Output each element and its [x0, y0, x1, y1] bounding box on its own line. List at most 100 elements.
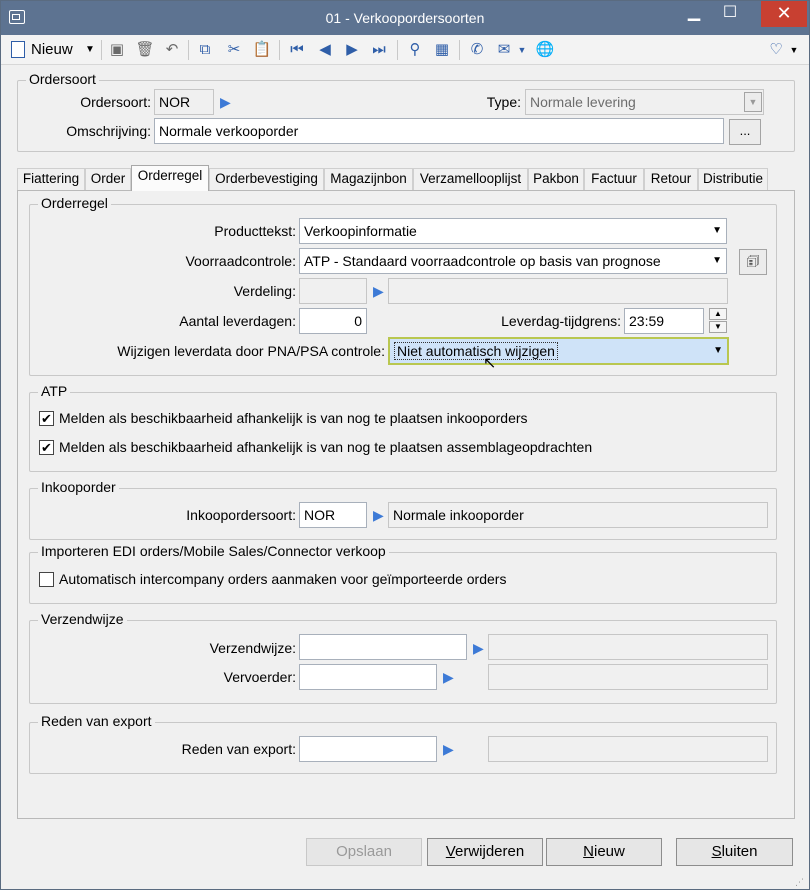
save-icon[interactable]: ▣ — [106, 39, 128, 61]
new-document-icon — [11, 41, 25, 58]
aantal-leverdagen-field[interactable]: 0 — [299, 308, 367, 334]
spin-down-button[interactable]: ▼ — [709, 321, 727, 333]
type-value: Normale levering — [530, 94, 636, 110]
minimize-button[interactable]: ▁ — [679, 1, 709, 27]
close-button[interactable]: Sluiten — [676, 838, 793, 866]
toolbar-separator — [459, 40, 460, 60]
type-select[interactable]: Normale levering ▼ — [525, 89, 764, 115]
mouse-cursor-icon: ↖ — [483, 355, 497, 372]
close-window-button[interactable]: ✕ — [761, 1, 807, 27]
tab-magazijnbon[interactable]: Magazijnbon — [324, 168, 413, 190]
delete-button[interactable]: Verwijderen — [427, 838, 543, 866]
tab-verzamellooplijst[interactable]: Verzamellooplijst — [413, 168, 528, 190]
save-button[interactable]: Opslaan — [306, 838, 422, 866]
group-title: Reden van export — [38, 713, 155, 729]
undo-icon[interactable]: ↶ — [161, 39, 183, 61]
grid-icon[interactable]: ▦ — [431, 39, 453, 61]
omschrijving-ellipsis-button[interactable]: ... — [729, 119, 761, 145]
verdeling-description-field — [388, 278, 728, 304]
phone-icon[interactable]: ✆ — [466, 39, 488, 61]
maximize-button[interactable]: ☐ — [715, 1, 745, 27]
tab-order[interactable]: Order — [85, 168, 131, 190]
tab-fiattering[interactable]: Fiattering — [17, 168, 85, 190]
voorraad-settings-button[interactable]: 🗊 — [739, 249, 767, 275]
chevron-down-icon[interactable]: ▼ — [787, 39, 801, 61]
tab-distributie[interactable]: Distributie — [698, 168, 768, 190]
web-icon[interactable]: 🌐 — [534, 39, 556, 61]
reden-export-description — [488, 736, 768, 762]
chevron-down-icon[interactable]: ▼ — [516, 39, 528, 61]
previous-record-icon[interactable]: ◀ — [315, 39, 335, 61]
resize-grip-icon[interactable]: ⋰ — [795, 877, 807, 889]
vervoerder-lookup-icon[interactable]: ▶ — [443, 667, 457, 687]
close-button-label: Sluiten — [711, 843, 758, 860]
reden-export-label: Reden van export: — [181, 741, 296, 757]
edi-intercompany-label: Automatisch intercompany orders aanmaken… — [59, 571, 507, 587]
edi-intercompany-checkbox[interactable] — [39, 572, 54, 587]
paste-icon[interactable]: 📋 — [251, 39, 273, 61]
producttekst-label: Producttekst: — [214, 223, 296, 239]
wijzigen-leverdata-value: Niet automatisch wijzigen — [394, 342, 558, 360]
atp-assemblage-label: Melden als beschikbaarheid afhankelijk i… — [59, 439, 593, 455]
chevron-down-icon: ▼ — [744, 92, 762, 112]
omschrijving-field[interactable]: Normale verkooporder — [154, 118, 724, 144]
inkoopordersoort-field[interactable]: NOR — [299, 502, 367, 528]
verdeling-field[interactable] — [299, 278, 367, 304]
wijzigen-leverdata-select[interactable]: Niet automatisch wijzigen ▼ — [388, 337, 729, 365]
tab-retour[interactable]: Retour — [644, 168, 698, 190]
verzendwijze-field[interactable] — [299, 634, 467, 660]
group-title: Orderregel — [38, 195, 111, 211]
inkoopordersoort-label: Inkoopordersoort: — [186, 507, 296, 523]
copy-icon[interactable]: ⧉ — [193, 39, 217, 61]
delete-icon[interactable]: 🗑 — [134, 39, 156, 61]
verzendwijze-group: Verzendwijze — [29, 611, 777, 704]
ordersoort-code-field[interactable]: NOR — [154, 89, 214, 115]
chevron-down-icon: ▼ — [712, 225, 722, 236]
tab-pakbon[interactable]: Pakbon — [528, 168, 584, 190]
verzendwijze-description — [488, 634, 768, 660]
chevron-down-icon: ▼ — [713, 345, 723, 356]
email-icon[interactable]: ✉ — [493, 39, 515, 61]
toolbar: Nieuw ▼ ▣ 🗑 ↶ ⧉ ✂ 📋 ⏮ ◀ ▶ ⏭ ⚲ ▦ ✆ ✉ ▼ 🌐 … — [1, 35, 809, 65]
ordersoort-lookup-icon[interactable]: ▶ — [220, 92, 234, 112]
vervoerder-label: Vervoerder: — [223, 669, 296, 685]
new-button[interactable]: Nieuw — [546, 838, 662, 866]
chevron-down-icon: ▼ — [85, 44, 95, 55]
voorraadcontrole-select[interactable]: ATP - Standaard voorraadcontrole op basi… — [299, 248, 727, 274]
atp-assemblage-checkbox[interactable]: ✔ — [39, 440, 54, 455]
inkoopordersoort-description: Normale inkooporder — [388, 502, 768, 528]
first-record-icon[interactable]: ⏮ — [287, 39, 307, 61]
reden-export-lookup-icon[interactable]: ▶ — [443, 739, 457, 759]
tab-factuur[interactable]: Factuur — [584, 168, 644, 190]
tab-orderbevestiging[interactable]: Orderbevestiging — [209, 168, 324, 190]
leverdag-tijdgrens-label: Leverdag-tijdgrens: — [501, 313, 621, 329]
toolbar-separator — [101, 40, 102, 60]
group-title: ATP — [38, 383, 71, 399]
toolbar-separator — [397, 40, 398, 60]
last-record-icon[interactable]: ⏭ — [369, 39, 389, 61]
verzendwijze-lookup-icon[interactable]: ▶ — [473, 638, 487, 658]
producttekst-select[interactable]: Verkoopinformatie ▼ — [299, 218, 727, 244]
next-record-icon[interactable]: ▶ — [342, 39, 362, 61]
new-menu-label: Nieuw — [31, 41, 73, 58]
vervoerder-field[interactable] — [299, 664, 437, 690]
search-binoculars-icon[interactable]: ⚲ — [403, 39, 427, 61]
new-menu-button[interactable]: Nieuw ▼ — [7, 38, 97, 62]
reden-export-field[interactable] — [299, 736, 437, 762]
spin-up-button[interactable]: ▲ — [709, 308, 727, 320]
atp-inkooporders-label: Melden als beschikbaarheid afhankelijk i… — [59, 410, 528, 426]
leverdag-tijdgrens-field[interactable]: 23:59 — [624, 308, 704, 334]
ordersoort-label: Ordersoort: — [80, 94, 151, 110]
verzendwijze-label: Verzendwijze: — [209, 640, 296, 656]
atp-inkooporders-checkbox[interactable]: ✔ — [39, 411, 54, 426]
verdeling-lookup-icon[interactable]: ▶ — [373, 281, 387, 301]
inkoopordersoort-lookup-icon[interactable]: ▶ — [373, 505, 387, 525]
cut-icon[interactable]: ✂ — [223, 39, 245, 61]
favorite-icon[interactable]: ♡ — [765, 39, 787, 61]
properties-icon: 🗊 — [746, 253, 760, 269]
title-bar: 01 - Verkoopordersoorten ▁ ☐ ✕ — [1, 1, 809, 35]
type-label: Type: — [486, 94, 521, 110]
toolbar-separator — [188, 40, 189, 60]
tab-orderregel[interactable]: Orderregel — [131, 165, 209, 191]
aantal-leverdagen-label: Aantal leverdagen: — [179, 313, 296, 329]
